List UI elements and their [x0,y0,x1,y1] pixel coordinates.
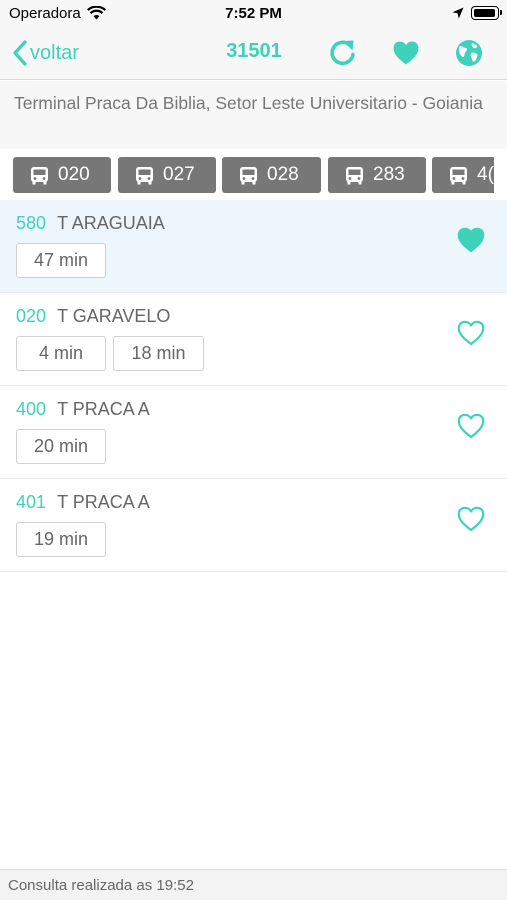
back-label: voltar [30,41,79,64]
heart-icon[interactable] [456,225,486,255]
line-destination: T PRACA A [57,492,150,512]
arrival-time-badge: 20 min [16,429,106,464]
arrival-row[interactable]: 400 T PRACA A 20 min [0,386,507,479]
arrival-row[interactable]: 020 T GARAVELO 4 min 18 min [0,293,507,386]
arrival-row[interactable]: 401 T PRACA A 19 min [0,479,507,572]
line-chip-label: 028 [267,164,299,185]
bus-icon [346,166,363,184]
line-header: 400 T PRACA A [16,399,150,420]
globe-icon[interactable] [454,38,484,68]
arrival-row[interactable]: 580 T ARAGUAIA 47 min [0,200,507,293]
line-header: 580 T ARAGUAIA [16,213,165,234]
location-arrow-icon [452,7,464,19]
bus-icon [136,166,153,184]
arrival-time-badge: 18 min [113,336,204,371]
refresh-icon[interactable] [328,38,358,68]
line-number: 020 [16,306,47,326]
line-chip-label: 027 [163,164,195,185]
favorite-heart-icon[interactable] [391,38,421,68]
bus-icon [31,166,48,184]
line-chip[interactable]: 020 [13,157,111,193]
clock: 7:52 PM [225,5,282,22]
bus-icon [240,166,257,184]
chevron-left-icon [13,40,27,66]
line-chip-label: 283 [373,164,405,185]
battery-icon [471,6,502,20]
line-header: 020 T GARAVELO [16,306,170,327]
stop-address: Terminal Praca Da Biblia, Setor Leste Un… [0,81,507,149]
nav-bar: voltar 31501 [0,28,507,80]
heart-outline-icon[interactable] [456,504,486,534]
line-chip[interactable]: 028 [222,157,321,193]
line-destination: T GARAVELO [57,306,171,326]
line-chip[interactable]: 4( [432,157,494,193]
line-chip[interactable]: 283 [328,157,426,193]
heart-outline-icon[interactable] [456,318,486,348]
heart-outline-icon[interactable] [456,411,486,441]
line-number: 580 [16,213,47,233]
arrival-time-badge: 4 min [16,336,106,371]
line-chip[interactable]: 027 [118,157,216,193]
arrival-time-badge: 19 min [16,522,106,557]
line-chip-strip[interactable]: 020 027 028 283 4( [13,157,494,194]
back-button[interactable]: voltar [12,36,79,70]
arrivals-list: 580 T ARAGUAIA 47 min 020 T GARAVELO 4 m… [0,200,507,572]
line-destination: T PRACA A [57,399,150,419]
query-timestamp-footer: Consulta realizada as 19:52 [0,869,507,900]
arrival-time-badge: 47 min [16,243,106,278]
line-number: 401 [16,492,47,512]
line-chip-label: 4( [477,164,494,185]
status-bar: Operadora 7:52 PM [0,0,507,28]
line-chip-label: 020 [58,164,90,185]
stop-number-title: 31501 [226,40,282,62]
bus-icon [450,166,467,184]
line-header: 401 T PRACA A [16,492,150,513]
line-destination: T ARAGUAIA [57,213,165,233]
line-number: 400 [16,399,47,419]
